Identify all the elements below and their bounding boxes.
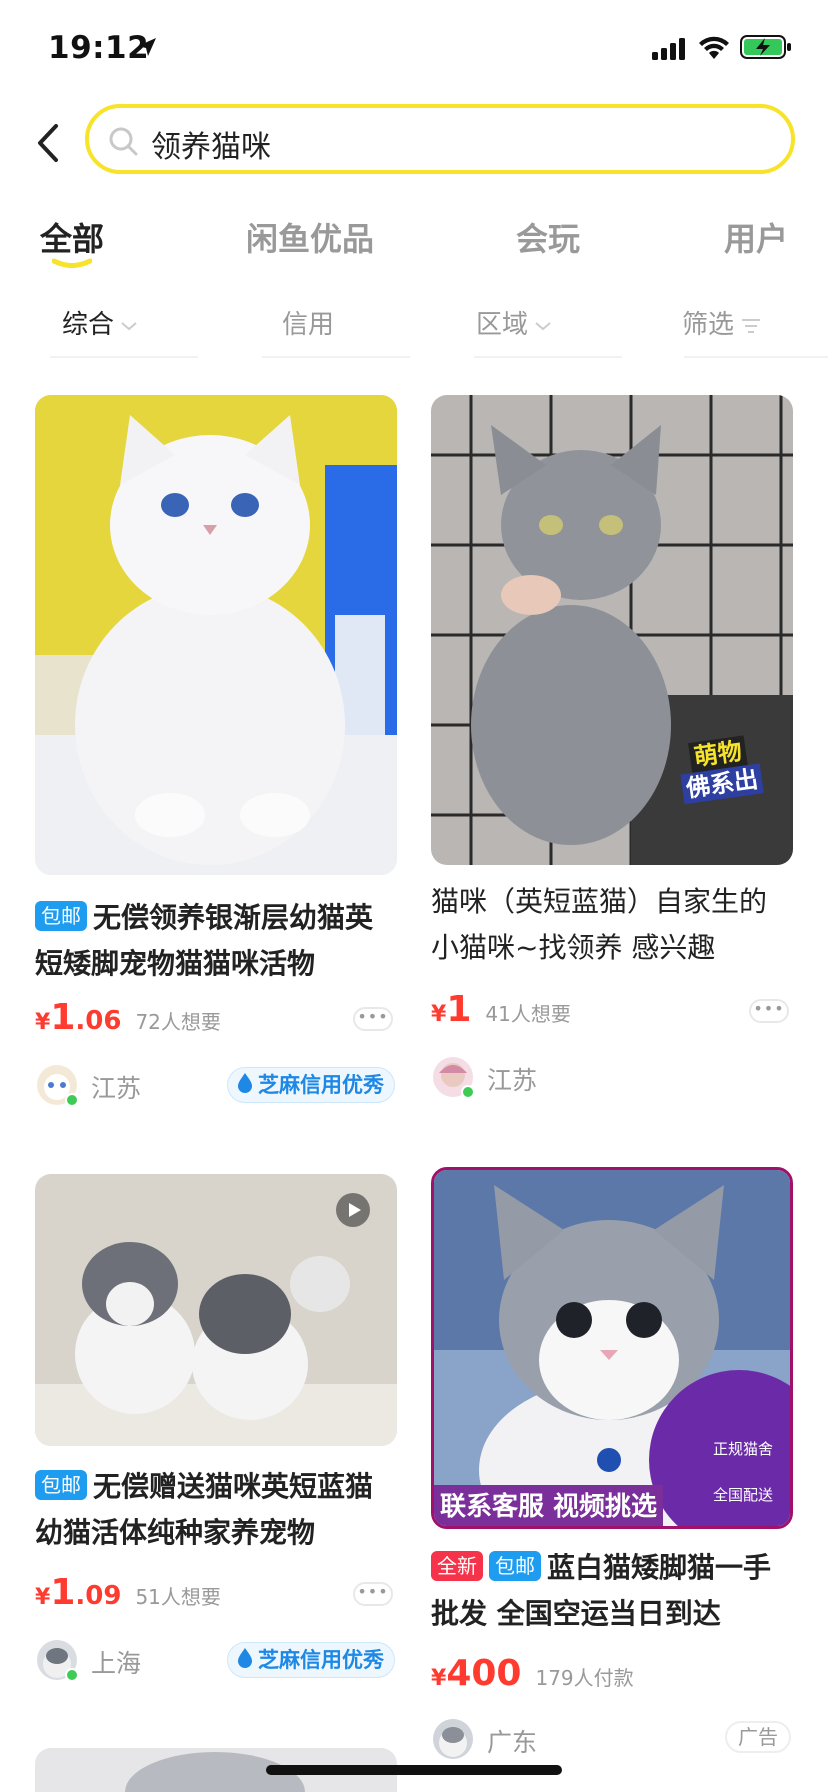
listing-title-block[interactable]: 全新 包邮 蓝白猫矮脚猫一手批发 全国空运当日到达	[431, 1545, 793, 1637]
cellular-signal-icon	[652, 38, 685, 60]
credit-badge: 芝麻信用优秀	[227, 1642, 395, 1678]
divider	[50, 356, 198, 358]
seller-row[interactable]: 江苏	[431, 1055, 793, 1101]
listing-price: ¥1	[431, 989, 472, 1030]
want-count: 72人想要	[135, 1010, 221, 1034]
search-query: 领养猫咪	[151, 130, 271, 165]
more-options-button[interactable]: •••	[353, 1007, 393, 1031]
image-banner: 联系客服 视频挑选	[434, 1485, 664, 1526]
free-shipping-tag: 包邮	[489, 1551, 541, 1581]
tab-users[interactable]: 用户	[724, 214, 788, 260]
video-play-icon[interactable]	[335, 1192, 371, 1228]
seller-location: 江苏	[91, 1074, 142, 1103]
tab-xianyu-premium[interactable]: 闲鱼优品	[246, 214, 374, 260]
listing-image[interactable]	[35, 395, 397, 875]
seller-location: 广东	[487, 1728, 538, 1757]
sesame-credit-icon	[238, 1648, 252, 1668]
credit-badge: 芝麻信用优秀	[227, 1067, 395, 1103]
seller-location: 江苏	[487, 1066, 538, 1095]
ad-badge: 广告	[725, 1721, 791, 1753]
credit-badge-label: 芝麻信用优秀	[258, 1648, 384, 1672]
search-icon	[109, 127, 138, 156]
listing-image[interactable]: 联系客服 视频挑选 正规猫舍 全国配送	[431, 1167, 793, 1529]
filter-credit[interactable]: 信用	[282, 304, 334, 341]
seller-row[interactable]: 广东 广告	[431, 1717, 793, 1763]
online-indicator	[65, 1668, 79, 1682]
divider	[684, 356, 828, 358]
filter-comprehensive-label: 综合	[62, 310, 115, 340]
brand-new-tag: 全新	[431, 1551, 483, 1581]
filter-bar: 综合 信用 区域 筛选	[0, 292, 828, 362]
wifi-icon	[699, 36, 729, 59]
chevron-down-icon	[121, 321, 137, 330]
filter-region[interactable]: 区域	[476, 304, 552, 341]
status-time: 19:12	[48, 30, 150, 66]
sesame-credit-icon	[238, 1073, 252, 1093]
filter-credit-label: 信用	[282, 310, 335, 340]
more-options-button[interactable]: •••	[353, 1582, 393, 1606]
listing-title: 猫咪（英短蓝猫）自家生的小猫咪~找领养 感兴趣	[431, 885, 768, 964]
location-arrow-icon	[138, 38, 156, 56]
active-tab-indicator	[52, 258, 92, 268]
price-row: ¥1 41人想要	[431, 989, 571, 1030]
filter-screen[interactable]: 筛选	[682, 304, 762, 341]
online-indicator	[65, 1093, 79, 1107]
image-circle-text: 正规猫舍 全国配送	[712, 1440, 773, 1504]
want-count: 41人想要	[485, 1002, 571, 1026]
chevron-down-icon	[535, 321, 551, 330]
listing-image[interactable]: 萌物 佛系出	[431, 395, 793, 865]
seller-row[interactable]: 上海 芝麻信用优秀	[35, 1638, 397, 1684]
home-indicator[interactable]	[266, 1765, 562, 1775]
search-input[interactable]: 领养猫咪	[85, 104, 795, 174]
divider	[474, 356, 622, 358]
want-count: 51人想要	[135, 1585, 221, 1609]
free-shipping-tag: 包邮	[35, 1470, 87, 1500]
tab-all[interactable]: 全部	[40, 214, 104, 260]
listing-price: ¥1.09	[35, 1572, 122, 1613]
price-row: ¥400 179人付款	[431, 1653, 634, 1694]
credit-badge-label: 芝麻信用优秀	[258, 1073, 384, 1097]
filter-region-label: 区域	[476, 310, 529, 340]
seller-location: 上海	[91, 1649, 142, 1678]
tab-bar: 全部 闲鱼优品 会玩 用户	[0, 206, 828, 270]
seller-row[interactable]: 江苏 芝麻信用优秀	[35, 1063, 397, 1109]
listing-price: ¥1.06	[35, 997, 122, 1038]
more-options-button[interactable]: •••	[749, 999, 789, 1023]
listing-title-block[interactable]: 猫咪（英短蓝猫）自家生的小猫咪~找领养 感兴趣	[431, 879, 793, 971]
price-row: ¥1.09 51人想要	[35, 1572, 221, 1613]
free-shipping-tag: 包邮	[35, 901, 87, 931]
paid-count: 179人付款	[535, 1666, 634, 1690]
battery-charging-icon	[740, 35, 791, 59]
back-button[interactable]	[30, 118, 70, 168]
price-row: ¥1.06 72人想要	[35, 997, 221, 1038]
status-bar: 19:12	[0, 0, 828, 96]
listing-title-block[interactable]: 包邮 无偿领养银渐层幼猫英短矮脚宠物猫猫咪活物	[35, 895, 397, 987]
divider	[262, 356, 410, 358]
avatar[interactable]	[433, 1719, 473, 1759]
listing-price: ¥400	[431, 1653, 522, 1694]
listing-title-block[interactable]: 包邮 无偿赠送猫咪英短蓝猫幼猫活体纯种家养宠物	[35, 1464, 397, 1556]
online-indicator	[461, 1085, 475, 1099]
filter-icon	[742, 318, 761, 333]
filter-comprehensive[interactable]: 综合	[62, 304, 138, 341]
listing-image[interactable]	[35, 1174, 397, 1446]
filter-screen-label: 筛选	[682, 310, 735, 340]
tab-fun[interactable]: 会玩	[516, 214, 580, 260]
